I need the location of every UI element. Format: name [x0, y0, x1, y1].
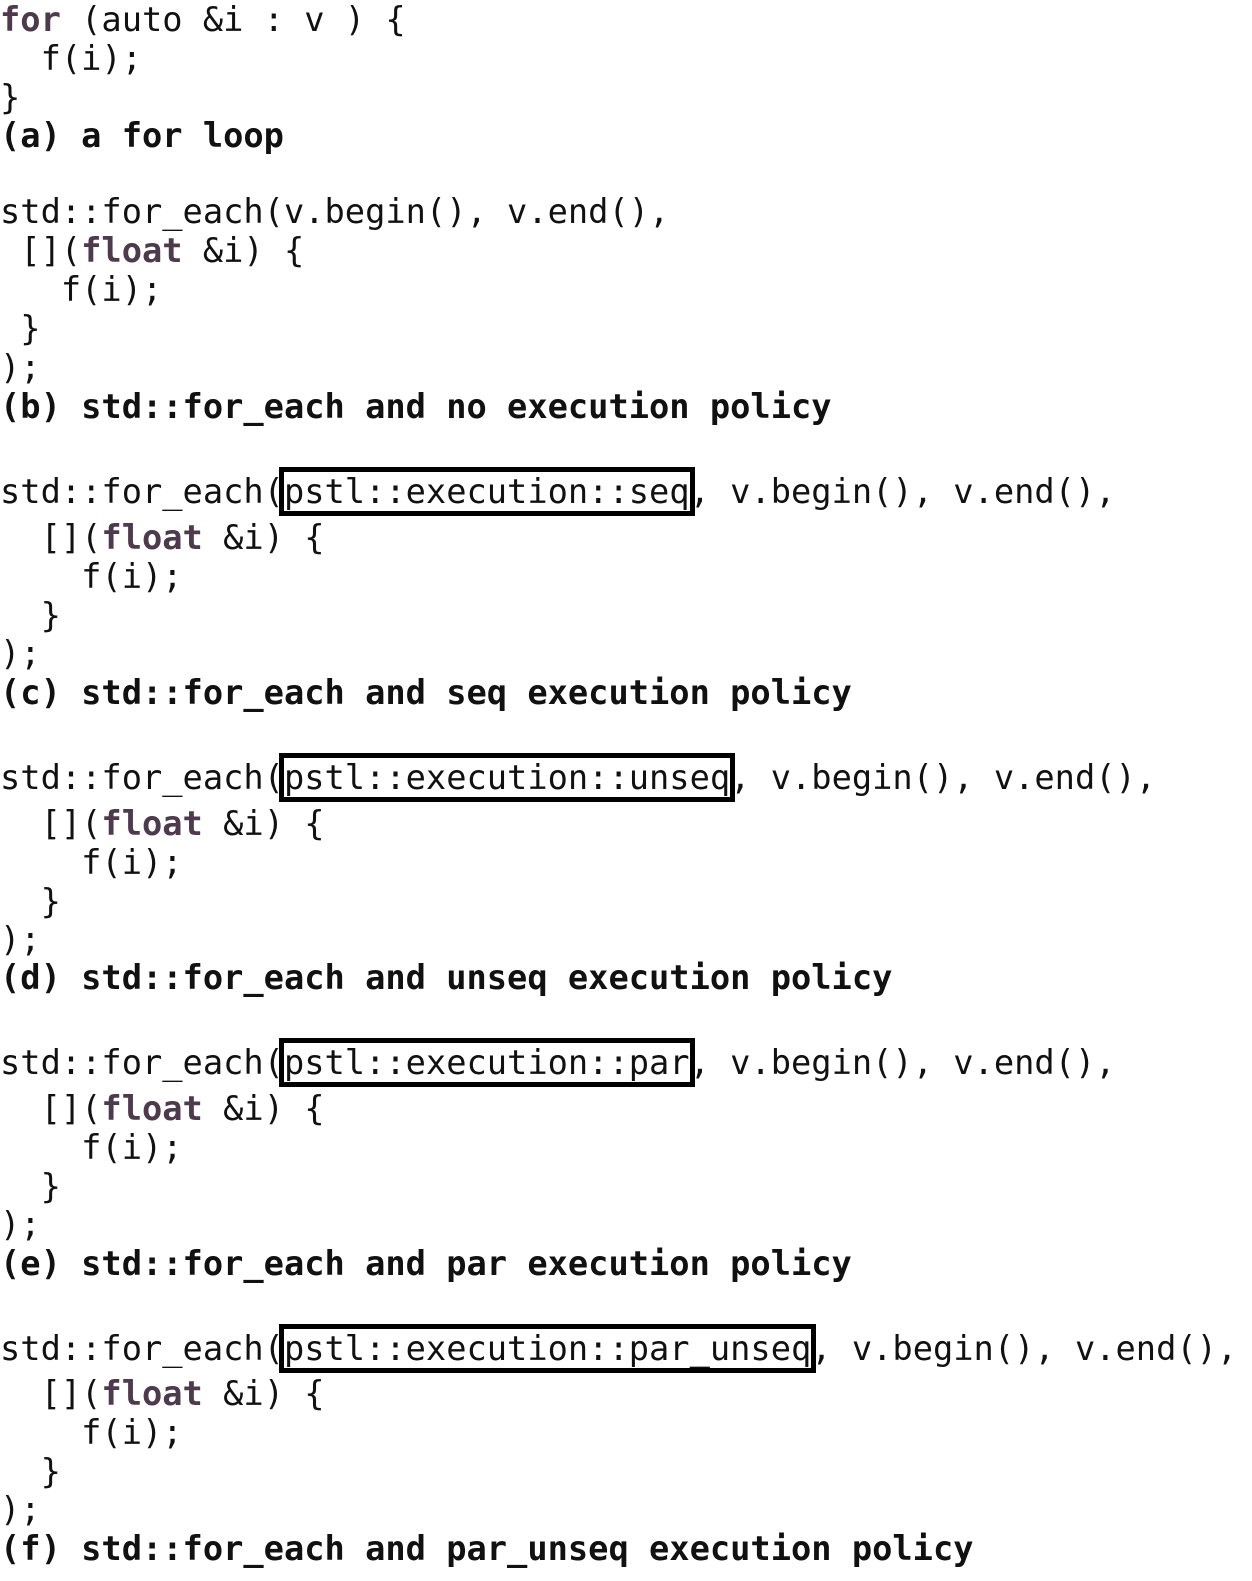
code-line: );	[0, 634, 41, 673]
code-text: std::for_each(	[0, 472, 284, 511]
code-line: f(i);	[0, 39, 142, 78]
code-line: [](float &i) {	[0, 1089, 325, 1129]
policy-highlight-box: pstl::execution::par	[278, 1038, 695, 1087]
code-text: , v.begin(), v.end(),	[811, 1329, 1238, 1368]
caption-a: (a) a for loop	[0, 116, 284, 155]
code-line: f(i);	[0, 1128, 183, 1167]
code-line: }	[0, 1452, 61, 1491]
caption-e: (e) std::for_each and par execution poli…	[0, 1244, 852, 1283]
keyword: float	[101, 804, 203, 843]
code-line: );	[0, 920, 41, 959]
code-line: );	[0, 348, 41, 387]
code-text: [](	[0, 518, 102, 557]
code-line: );	[0, 1205, 41, 1244]
code-text: &i) {	[202, 1089, 325, 1128]
code-line: }	[0, 309, 41, 348]
code-line: std::for_each(pstl::execution::par_unseq…	[0, 1324, 1238, 1373]
policy-highlight-box: pstl::execution::seq	[278, 467, 695, 516]
code-line: [](float &i) {	[0, 1374, 325, 1414]
code-text: , v.begin(), v.end(),	[689, 1043, 1116, 1082]
policy-highlight-box: pstl::execution::unseq	[278, 753, 736, 802]
caption-b: (b) std::for_each and no execution polic…	[0, 387, 832, 426]
code-text: [](	[0, 804, 102, 843]
code-text: &i) {	[202, 804, 325, 843]
code-line: }	[0, 1167, 61, 1206]
code-text: std::for_each(	[0, 1329, 284, 1368]
code-text: std::for_each(	[0, 1043, 284, 1082]
policy-highlight-box: pstl::execution::par_unseq	[278, 1324, 817, 1373]
caption-f: (f) std::for_each and par_unseq executio…	[0, 1529, 974, 1568]
keyword: float	[81, 231, 183, 270]
code-text: std::for_each(	[0, 758, 284, 797]
code-line: }	[0, 882, 61, 921]
keyword: float	[101, 1374, 203, 1413]
code-text: &i) {	[182, 231, 305, 270]
keyword: for	[0, 0, 61, 39]
code-line: std::for_each(v.begin(), v.end(),	[0, 192, 670, 231]
code-line: }	[0, 78, 21, 117]
code-line: std::for_each(pstl::execution::par, v.be…	[0, 1038, 1116, 1087]
code-line: std::for_each(pstl::execution::seq, v.be…	[0, 467, 1116, 516]
code-text: , v.begin(), v.end(),	[730, 758, 1157, 797]
keyword: float	[101, 1089, 203, 1128]
keyword: float	[101, 518, 203, 557]
code-line: [](float &i) {	[0, 231, 304, 271]
code-figure: for (auto &i : v ) { f(i); } (a) a for l…	[0, 0, 1252, 1581]
caption-d: (d) std::for_each and unseq execution po…	[0, 958, 893, 997]
code-line: );	[0, 1490, 41, 1529]
code-line: f(i);	[0, 557, 183, 596]
code-line: [](float &i) {	[0, 804, 325, 844]
code-line: f(i);	[0, 270, 163, 309]
code-text: [](	[0, 231, 82, 270]
code-line: for (auto &i : v ) {	[0, 0, 406, 40]
code-text: &i) {	[202, 1374, 325, 1413]
code-text: (auto &i : v ) {	[60, 0, 406, 39]
code-line: f(i);	[0, 1413, 183, 1452]
code-line: [](float &i) {	[0, 518, 325, 558]
code-text: [](	[0, 1374, 102, 1413]
code-text: , v.begin(), v.end(),	[689, 472, 1116, 511]
code-line: }	[0, 596, 61, 635]
code-line: f(i);	[0, 843, 183, 882]
caption-c: (c) std::for_each and seq execution poli…	[0, 673, 852, 712]
code-text: [](	[0, 1089, 102, 1128]
code-text: &i) {	[202, 518, 325, 557]
code-line: std::for_each(pstl::execution::unseq, v.…	[0, 753, 1157, 802]
